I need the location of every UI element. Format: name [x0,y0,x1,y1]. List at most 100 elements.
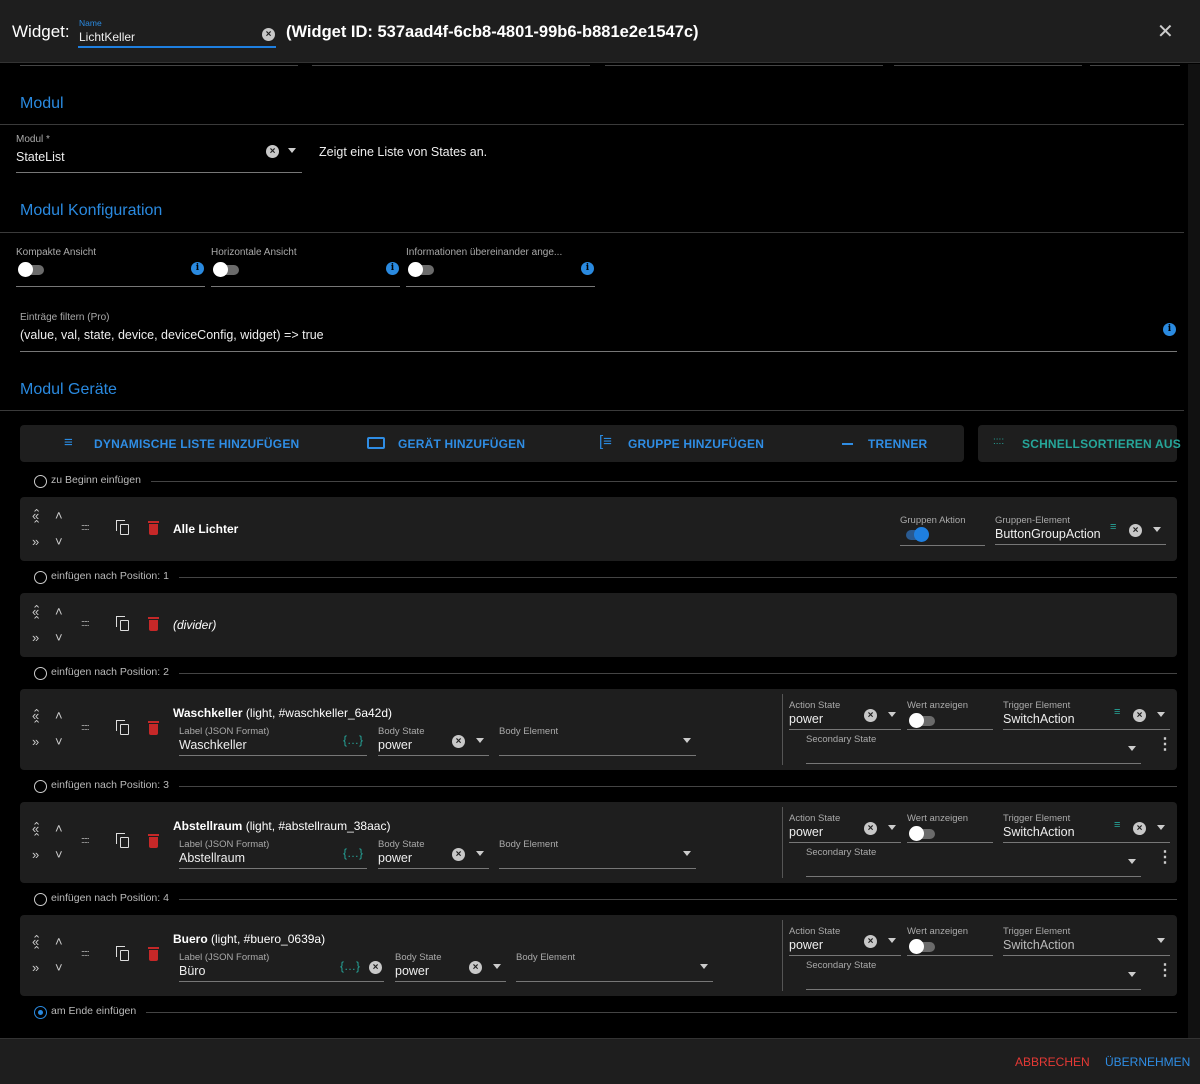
dropdown-caret-icon[interactable] [683,738,691,743]
dropdown-caret-icon[interactable] [493,964,501,969]
move-up-icon[interactable]: ˄ [55,935,63,948]
clear-icon[interactable]: × [369,961,382,974]
dropdown-caret-icon[interactable] [1157,825,1165,830]
move-to-top-icon[interactable]: « [32,509,39,522]
dropdown-caret-icon[interactable] [1157,712,1165,717]
insert-position[interactable]: am Ende einfügen [34,1005,1177,1019]
insert-radio[interactable] [34,1006,47,1019]
copy-icon[interactable] [116,720,129,735]
insert-position[interactable]: zu Beginn einfügen [34,474,1177,488]
clear-icon[interactable]: × [262,28,275,41]
more-options-icon[interactable]: ⋮ [1157,850,1173,866]
move-down-icon[interactable]: ˅ [55,961,63,974]
secondary-state-select[interactable]: Secondary State [806,960,1141,990]
insert-radio[interactable] [34,667,47,680]
body-element-select[interactable]: Body Element [499,726,696,756]
clear-icon[interactable]: × [452,848,465,861]
delete-icon[interactable] [148,721,159,735]
trigger-element-select[interactable]: Trigger Element SwitchAction × ≡ [1003,700,1170,730]
info-icon[interactable]: i [191,262,204,275]
more-options-icon[interactable]: ⋮ [1157,963,1173,979]
insert-position[interactable]: einfügen nach Position: 3 [34,779,1177,793]
toggle-switch[interactable] [18,262,44,277]
dropdown-caret-icon[interactable] [888,712,896,717]
dropdown-caret-icon[interactable] [476,851,484,856]
label-field[interactable]: Label (JSON Format) Büro × {…} [179,952,384,982]
dropdown-caret-icon[interactable] [888,825,896,830]
close-icon[interactable]: ✕ [1157,19,1174,44]
insert-radio[interactable] [34,780,47,793]
move-to-bottom-icon[interactable]: » [32,535,39,548]
drag-handle-icon[interactable]: ::::: [81,522,89,532]
dropdown-caret-icon[interactable] [476,738,484,743]
delete-icon[interactable] [148,617,159,631]
insert-radio[interactable] [34,571,47,584]
dropdown-caret-icon[interactable] [700,964,708,969]
info-icon[interactable]: i [386,262,399,275]
dropdown-caret-icon[interactable] [288,148,296,153]
body-state-select[interactable]: Body State power × [378,726,489,756]
clear-icon[interactable]: × [864,709,877,722]
move-down-icon[interactable]: ˅ [55,631,63,644]
dropdown-caret-icon[interactable] [1128,972,1136,977]
move-down-icon[interactable]: ˅ [55,848,63,861]
toggle-switch[interactable] [408,262,434,277]
edit-list-icon[interactable]: ≡ [1110,521,1116,533]
insert-position[interactable]: einfügen nach Position: 4 [34,892,1177,906]
clear-icon[interactable]: × [864,822,877,835]
dropdown-caret-icon[interactable] [683,851,691,856]
drag-handle-icon[interactable]: ::::: [81,948,89,958]
show-value-toggle[interactable] [909,713,935,728]
move-down-icon[interactable]: ˅ [55,535,63,548]
group-element-select[interactable]: Gruppen-Element ButtonGroupAction × ≡ [995,515,1166,545]
move-up-icon[interactable]: ˄ [55,822,63,835]
delete-icon[interactable] [148,521,159,535]
move-down-icon[interactable]: ˅ [55,735,63,748]
move-to-top-icon[interactable]: « [32,709,39,722]
modul-select[interactable]: Modul * StateList × [16,134,302,174]
copy-icon[interactable] [116,616,129,631]
move-to-top-icon[interactable]: « [32,605,39,618]
move-to-bottom-icon[interactable]: » [32,735,39,748]
clear-icon[interactable]: × [1129,524,1142,537]
insert-position[interactable]: einfügen nach Position: 1 [34,570,1177,584]
delete-icon[interactable] [148,834,159,848]
edit-list-icon[interactable]: ≡ [1114,819,1120,831]
copy-icon[interactable] [116,520,129,535]
body-element-select[interactable]: Body Element [516,952,713,982]
clear-icon[interactable]: × [1133,709,1146,722]
clear-icon[interactable]: × [1133,822,1146,835]
drag-handle-icon[interactable]: ::::: [81,722,89,732]
body-element-select[interactable]: Body Element [499,839,696,869]
drag-handle-icon[interactable]: ::::: [81,835,89,845]
more-options-icon[interactable]: ⋮ [1157,737,1173,753]
clear-icon[interactable]: × [469,961,482,974]
dropdown-caret-icon[interactable] [1128,746,1136,751]
move-to-top-icon[interactable]: « [32,935,39,948]
move-up-icon[interactable]: ˄ [55,709,63,722]
json-braces-icon[interactable]: {…} [340,959,360,973]
dropdown-caret-icon[interactable] [1128,859,1136,864]
move-to-top-icon[interactable]: « [32,822,39,835]
show-value-toggle[interactable] [909,826,935,841]
action-state-select[interactable]: Action State power × [789,700,901,730]
widget-name-field[interactable]: Name LichtKeller × [78,18,276,48]
json-braces-icon[interactable]: {…} [343,846,363,860]
trigger-element-select[interactable]: Trigger Element SwitchAction [1003,926,1170,956]
action-state-select[interactable]: Action State power × [789,926,901,956]
info-icon[interactable]: i [1163,323,1176,336]
scrollbar[interactable] [1188,64,1200,1038]
trigger-element-select[interactable]: Trigger Element SwitchAction × ≡ [1003,813,1170,843]
move-up-icon[interactable]: ˄ [55,509,63,522]
toggle-switch[interactable] [213,262,239,277]
secondary-state-select[interactable]: Secondary State [806,734,1141,764]
filter-field[interactable]: Einträge filtern (Pro) (value, val, stat… [20,312,1177,352]
body-state-select[interactable]: Body State power × [395,952,506,982]
insert-position[interactable]: einfügen nach Position: 2 [34,666,1177,680]
clear-icon[interactable]: × [266,145,279,158]
show-value-toggle[interactable] [909,939,935,954]
copy-icon[interactable] [116,833,129,848]
move-to-bottom-icon[interactable]: » [32,631,39,644]
drag-handle-icon[interactable]: ::::: [81,618,89,628]
apply-button[interactable]: ÜBERNEHMEN [1105,1055,1190,1069]
